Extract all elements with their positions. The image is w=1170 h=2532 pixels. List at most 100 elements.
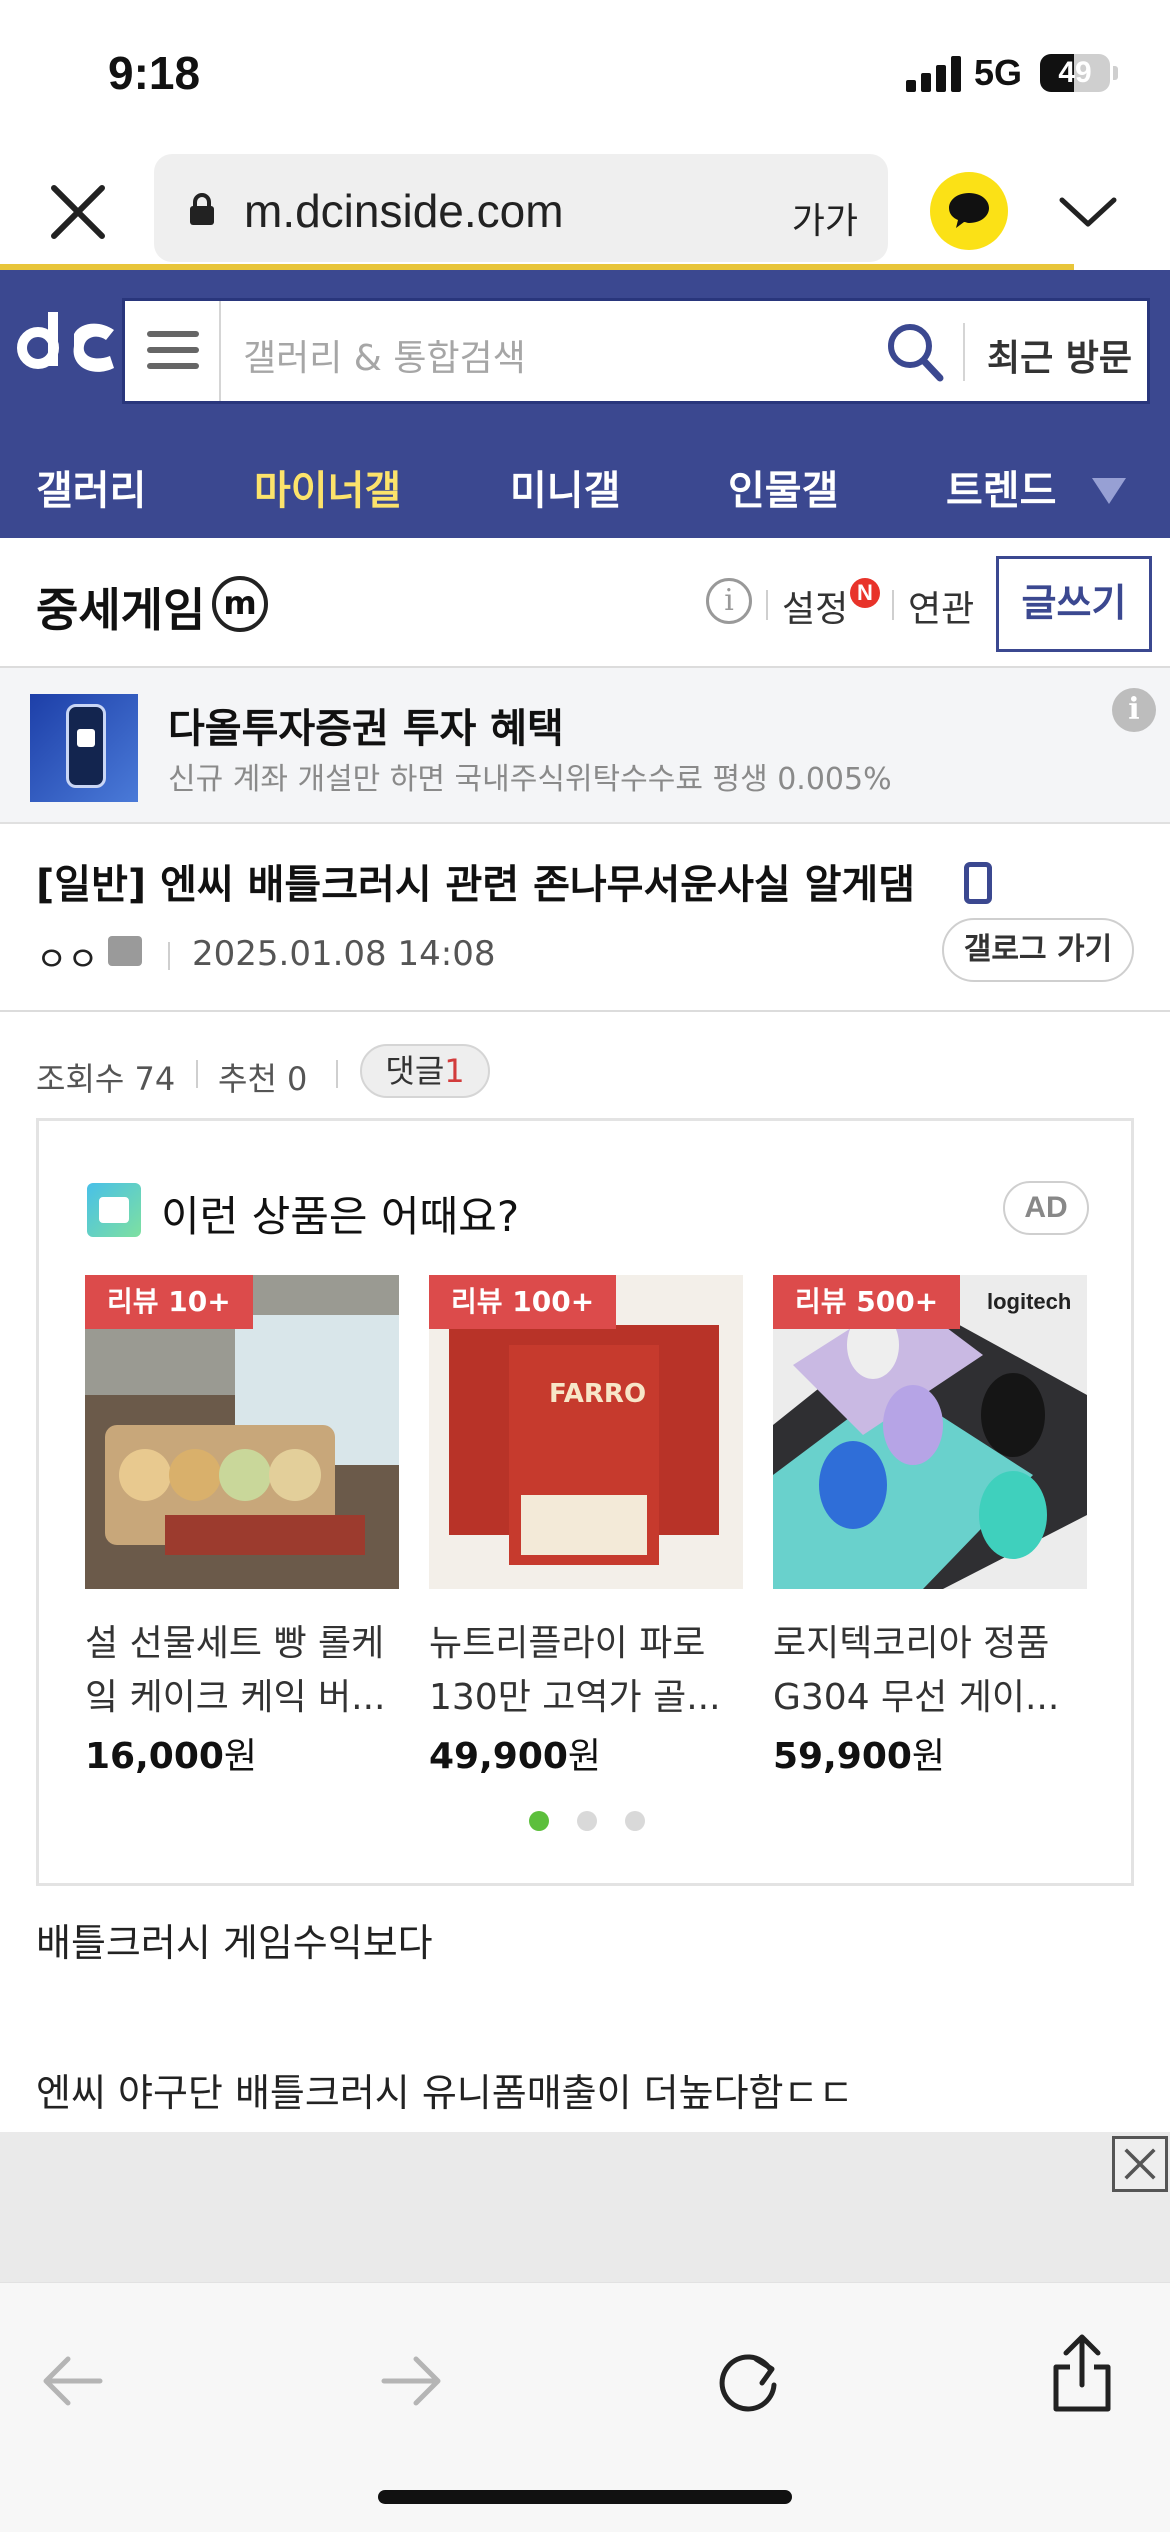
forward-arrow-icon[interactable] xyxy=(380,2353,444,2409)
ad-badge[interactable]: AD xyxy=(1003,1181,1089,1235)
recommend-count: 추천 0 xyxy=(218,1060,308,1098)
battery-cap xyxy=(1113,66,1118,80)
new-badge: N xyxy=(850,578,880,608)
ad-banner[interactable]: 다올투자증권 투자 혜택 신규 계좌 개설만 하면 국내주식위탁수수료 평생 0… xyxy=(0,668,1170,824)
product-price: 59,900원 xyxy=(773,1727,1087,1779)
shopping-bag-icon xyxy=(87,1183,141,1237)
phone-image xyxy=(66,704,106,788)
product-image: logitech 리뷰 500+ xyxy=(773,1275,1087,1589)
price-value: 49,900 xyxy=(429,1736,568,1777)
nav-item-trend[interactable]: 트렌드 xyxy=(946,458,1056,516)
product-name: 로지텍코리아 정품 xyxy=(773,1623,1050,1664)
signal-icon xyxy=(906,56,962,92)
post-body-line: 엔씨 야구단 배틀크러시 유니폼매출이 더높다함ㄷㄷ xyxy=(36,2071,854,2115)
fixed-nick-icon xyxy=(108,936,142,966)
menu-line xyxy=(147,331,199,337)
menu-line xyxy=(147,347,199,353)
home-indicator[interactable] xyxy=(378,2490,792,2504)
product-brand: logitech xyxy=(987,1289,1072,1314)
dcinside-logo[interactable] xyxy=(14,306,118,386)
setting-button[interactable]: 설정 xyxy=(782,580,848,632)
separator xyxy=(892,590,894,620)
review-badge: 리뷰 100+ xyxy=(429,1275,617,1329)
product-card[interactable]: logitech 리뷰 500+ 로지텍코리아 정품 G304 무선 게이...… xyxy=(773,1275,1087,1779)
menu-button[interactable] xyxy=(125,301,221,401)
nav-item-gallery[interactable]: 갤러리 xyxy=(36,458,146,516)
product-card[interactable]: 리뷰 10+ 설 선물세트 빵 롤케 잌 케이크 케익 버... 16,000원 xyxy=(85,1275,399,1779)
related-button[interactable]: 연관 xyxy=(908,580,974,632)
product-name: G304 무선 게이... xyxy=(773,1677,1060,1718)
close-icon[interactable] xyxy=(1112,2136,1168,2192)
status-time: 9:18 xyxy=(108,47,201,99)
ad-description: 신규 계좌 개설만 하면 국내주식위탁수수료 평생 0.005% xyxy=(168,762,892,797)
page: 9:18 5G 49 m.dcinside.com 가가 갤러리 & 통합검색 … xyxy=(0,0,1170,2532)
product-name: 뉴트리플라이 파로 xyxy=(429,1623,706,1664)
post-title: [일반] 엔씨 배틀크러시 관련 존나무서운사실 알게댐 xyxy=(36,862,915,908)
product-image: FARRO 리뷰 100+ xyxy=(429,1275,743,1589)
gallery-title[interactable]: 중세게임 xyxy=(36,574,205,640)
separator xyxy=(766,590,768,620)
product-name: 잌 케이크 케익 버... xyxy=(85,1677,386,1718)
menu-line xyxy=(147,363,199,369)
battery-text: 49 xyxy=(1058,56,1092,89)
post-author[interactable]: ㅇㅇ xyxy=(36,932,99,981)
carousel-dot[interactable] xyxy=(625,1811,645,1831)
text-size-button[interactable]: 가가 xyxy=(792,192,858,244)
url-bar[interactable]: m.dcinside.com 가가 xyxy=(154,154,888,262)
currency: 원 xyxy=(223,1736,258,1777)
ad-info-icon[interactable]: i xyxy=(1112,688,1156,732)
search-divider xyxy=(963,323,965,381)
carousel-dot[interactable] xyxy=(529,1811,549,1831)
nav-item-minor-gallery[interactable]: 마이너갤 xyxy=(254,458,401,516)
nav-more-icon[interactable] xyxy=(1092,478,1126,504)
search-input[interactable]: 갤러리 & 통합검색 xyxy=(243,329,526,381)
url-text: m.dcinside.com xyxy=(244,185,564,237)
mobile-icon xyxy=(964,862,992,904)
network-label: 5G xyxy=(974,52,1023,93)
comment-button[interactable]: 댓글1 xyxy=(360,1044,490,1098)
view-count: 조회수 74 xyxy=(36,1060,176,1098)
gallery-nav: 갤러리 마이너갤 미니갤 인물갤 트렌드 xyxy=(0,430,1170,538)
reload-icon[interactable] xyxy=(716,2347,782,2413)
status-bar: 9:18 5G 49 xyxy=(0,0,1170,140)
divider xyxy=(0,1010,1170,1012)
kakao-talk-button[interactable] xyxy=(930,172,1008,250)
back-arrow-icon[interactable] xyxy=(40,2353,104,2409)
price-value: 59,900 xyxy=(773,1736,912,1777)
bottom-ad-area xyxy=(0,2132,1170,2282)
review-badge: 리뷰 10+ xyxy=(85,1275,253,1329)
separator xyxy=(336,1060,338,1088)
search-icon[interactable] xyxy=(885,321,945,383)
write-button[interactable]: 글쓰기 xyxy=(996,556,1152,652)
info-icon[interactable]: i xyxy=(706,578,752,624)
post-date: 2025.01.08 14:08 xyxy=(192,934,496,974)
currency: 원 xyxy=(567,1736,602,1777)
post-body-line: 배틀크러시 게임수익보다 xyxy=(36,1921,433,1965)
nav-item-person-gallery[interactable]: 인물갤 xyxy=(728,458,838,516)
ad-title: 다올투자증권 투자 혜택 xyxy=(168,706,564,752)
gallog-button[interactable]: 갤로그 가기 xyxy=(942,918,1134,982)
share-icon[interactable] xyxy=(1050,2333,1114,2413)
minor-gallery-icon: m xyxy=(212,576,268,632)
site-header: 갤러리 & 통합검색 최근 방문 xyxy=(0,270,1170,430)
product-brand: FARRO xyxy=(549,1379,647,1409)
product-name: 설 선물세트 빵 롤케 xyxy=(85,1623,385,1664)
close-icon[interactable] xyxy=(48,182,108,242)
nav-item-mini-gallery[interactable]: 미니갤 xyxy=(510,458,620,516)
product-ad-heading: 이런 상품은 어때요? xyxy=(161,1192,520,1241)
recent-visit-button[interactable]: 최근 방문 xyxy=(987,329,1132,381)
product-price: 16,000원 xyxy=(85,1727,399,1779)
product-card[interactable]: FARRO 리뷰 100+ 뉴트리플라이 파로 130만 고역가 골... 49… xyxy=(429,1275,743,1779)
address-row: m.dcinside.com 가가 xyxy=(0,140,1170,266)
carousel-dot[interactable] xyxy=(577,1811,597,1831)
currency: 원 xyxy=(911,1736,946,1777)
chevron-down-icon[interactable] xyxy=(1058,192,1118,232)
review-badge: 리뷰 500+ xyxy=(773,1275,961,1329)
comment-label: 댓글 xyxy=(385,1052,445,1090)
product-ad: 이런 상품은 어때요? AD 리뷰 10+ 설 선물세트 빵 롤케 잌 케이크 … xyxy=(36,1118,1134,1886)
gallery-bar: 중세게임 m i 설정 N 연관 글쓰기 xyxy=(0,538,1170,668)
product-image: 리뷰 10+ xyxy=(85,1275,399,1589)
separator xyxy=(168,942,170,970)
comment-count: 1 xyxy=(444,1052,465,1090)
lock-icon xyxy=(190,193,214,225)
